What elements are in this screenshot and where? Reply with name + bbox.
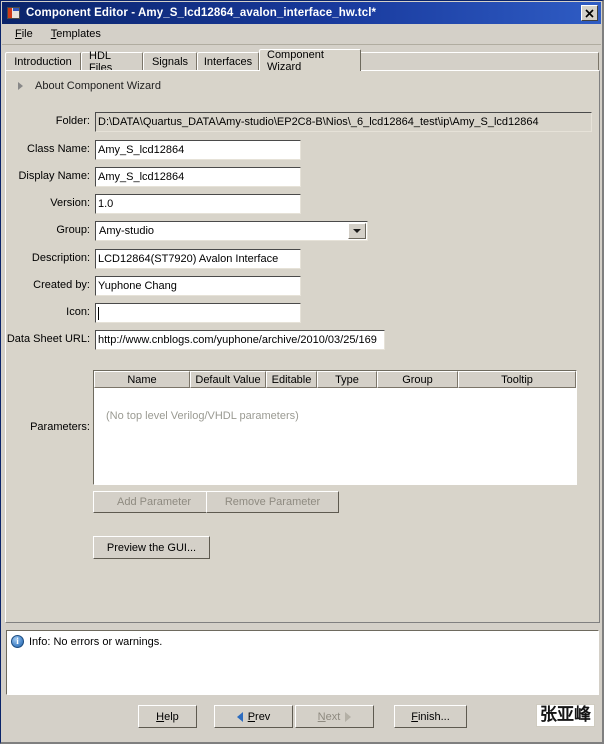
message-pane: i Info: No errors or warnings. (6, 630, 599, 695)
class-name-label: Class Name: (27, 143, 90, 155)
title-bar: Component Editor - Amy_S_lcd12864_avalon… (2, 2, 601, 24)
column-header-tooltip[interactable]: Tooltip (458, 371, 576, 388)
finish-mnemonic: F (411, 710, 418, 723)
icon-input[interactable] (95, 303, 301, 323)
display-name-label: Display Name: (18, 170, 90, 182)
column-header-group[interactable]: Group (377, 371, 458, 388)
component-editor-window: Component Editor - Amy_S_lcd12864_avalon… (0, 0, 604, 744)
next-label: ext (325, 710, 341, 723)
prev-button[interactable]: Prev (214, 705, 293, 728)
prev-mnemonic: P (247, 710, 256, 723)
version-input[interactable]: 1.0 (95, 194, 301, 214)
column-header-type[interactable]: Type (317, 371, 377, 388)
column-header-name[interactable]: Name (94, 371, 190, 388)
tab-component-wizard[interactable]: Component Wizard (259, 48, 361, 73)
message-text: Info: No errors or warnings. (29, 635, 163, 648)
menu-bar: File Templates (2, 24, 601, 45)
tab-component-wizard-label: Component Wizard (267, 48, 324, 73)
next-button[interactable]: Next (295, 705, 374, 728)
data-sheet-url-input[interactable]: http://www.cnblogs.com/yuphone/archive/2… (95, 330, 385, 350)
tab-signals[interactable]: Signals (143, 52, 197, 71)
next-mnemonic: N (317, 710, 326, 723)
close-icon[interactable] (581, 5, 598, 21)
info-icon: i (11, 635, 24, 648)
column-header-default-value[interactable]: Default Value (190, 371, 266, 388)
tab-interfaces[interactable]: Interfaces (197, 52, 259, 71)
arrow-right-icon (345, 711, 352, 722)
add-parameter-button[interactable]: Add Parameter (93, 491, 215, 513)
class-name-input[interactable]: Amy_S_lcd12864 (95, 140, 301, 160)
help-mnemonic: H (156, 710, 165, 723)
preview-gui-button[interactable]: Preview the GUI... (93, 536, 210, 559)
arrow-left-icon (236, 711, 243, 722)
folder-label: Folder: (55, 115, 90, 127)
about-component-wizard-label: About Component Wizard (35, 80, 161, 92)
tab-strip: Introduction HDL Files Signals Interface… (5, 48, 599, 74)
menu-file-label: ile (21, 28, 33, 40)
parameters-empty-message: (No top level Verilog/VHDL parameters) (106, 410, 299, 422)
folder-field: D:\DATA\Quartus_DATA\Amy-studio\EP2C8-B\… (95, 112, 592, 132)
help-label: elp (164, 710, 179, 723)
group-label: Group: (56, 224, 90, 236)
column-header-editable[interactable]: Editable (266, 371, 317, 388)
footer-button-bar: Help Prev Next Finish... 张亚峰 (2, 698, 601, 742)
menu-item-file[interactable]: File (6, 26, 42, 42)
preview-gui-label: Preview the GUI... (106, 541, 197, 554)
tab-introduction[interactable]: Introduction (5, 52, 81, 71)
created-by-label: Created by: (33, 279, 90, 291)
component-editor-icon (6, 5, 22, 21)
parameters-table: Name Default Value Editable Type Group T… (93, 370, 577, 485)
remove-parameter-button[interactable]: Remove Parameter (206, 491, 339, 513)
group-select-value: Amy-studio (99, 225, 155, 237)
group-select[interactable]: Amy-studio (95, 221, 368, 241)
parameters-table-header: Name Default Value Editable Type Group T… (94, 371, 576, 388)
chevron-right-icon (18, 82, 23, 90)
remove-parameter-label: Remove Parameter (224, 496, 321, 508)
data-sheet-url-label: Data Sheet URL: (6, 333, 90, 345)
finish-button[interactable]: Finish... (394, 705, 467, 728)
menu-file-mnemonic: F (15, 28, 22, 40)
version-label: Version: (50, 197, 90, 209)
menu-templates-label: emplates (56, 28, 101, 40)
message-row: i Info: No errors or warnings. (7, 631, 598, 648)
tab-interfaces-label: Interfaces (203, 56, 253, 68)
created-by-input[interactable]: Yuphone Chang (95, 276, 301, 296)
parameters-label: Parameters: (30, 421, 90, 433)
window-title: Component Editor - Amy_S_lcd12864_avalon… (26, 7, 377, 19)
menu-item-templates[interactable]: Templates (42, 26, 110, 42)
watermark: 张亚峰 (536, 704, 595, 727)
tab-introduction-label: Introduction (14, 56, 72, 68)
description-label: Description: (31, 252, 90, 264)
prev-label: rev (255, 710, 271, 723)
about-component-wizard-expander[interactable]: About Component Wizard (18, 80, 161, 92)
tab-signals-label: Signals (151, 56, 189, 68)
help-button[interactable]: Help (138, 705, 197, 728)
description-input[interactable]: LCD12864(ST7920) Avalon Interface (95, 249, 301, 269)
add-parameter-label: Add Parameter (117, 496, 191, 508)
tab-hdl-files[interactable]: HDL Files (81, 50, 143, 74)
tab-strip-filler (361, 52, 599, 71)
icon-label: Icon: (66, 306, 90, 318)
close-glyph (585, 8, 594, 18)
display-name-input[interactable]: Amy_S_lcd12864 (95, 167, 301, 187)
chevron-down-icon[interactable] (348, 223, 366, 239)
finish-label: inish... (417, 710, 450, 723)
